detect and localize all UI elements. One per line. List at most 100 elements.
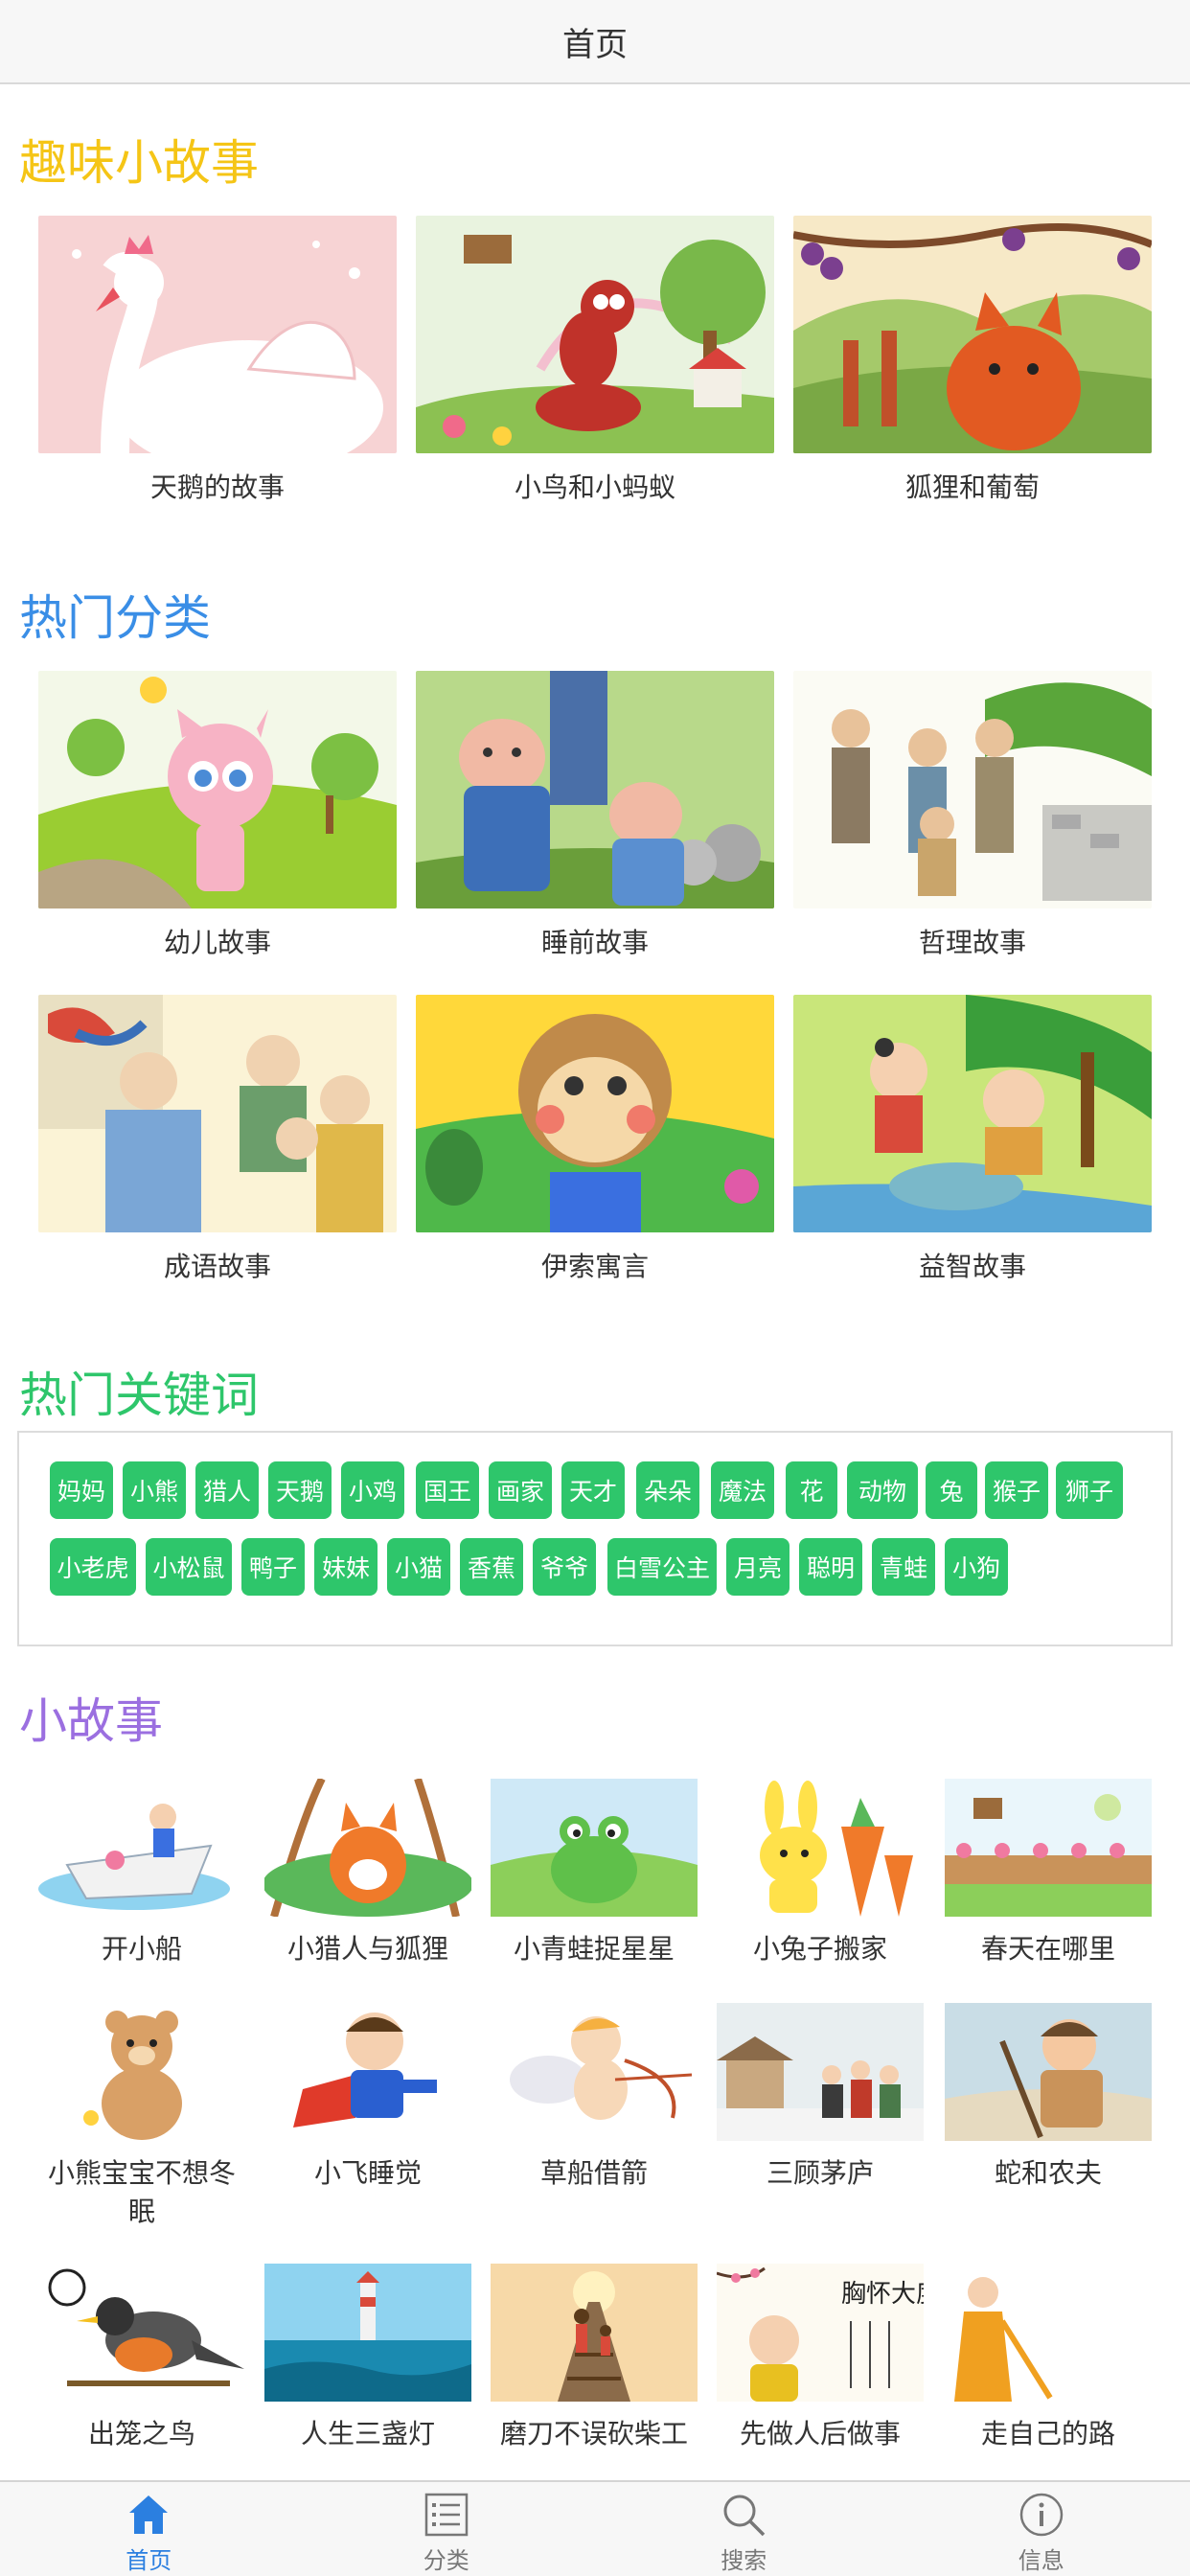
keyword-tag[interactable]: 聪明 [799,1538,862,1596]
keyword-tag[interactable]: 花 [786,1461,837,1519]
story-title: 小青蛙捉星星 [513,1933,675,1965]
scroll-content[interactable]: 趣味小故事 天鹅的故事 小鸟和小蚂蚁 狐狸和葡萄 热门分类 幼儿故事 睡前故事 … [0,84,1190,2480]
short-story-item[interactable]: 磨刀不误砍柴工 [491,2264,698,2453]
ancient-painting-image [38,995,397,1232]
short-story-item[interactable]: 胸怀大度 先做人后做事 [717,2264,924,2453]
card-caption: 幼儿故事 [163,927,271,958]
tab-category[interactable]: 分类 [298,2482,596,2576]
keyword-tag[interactable]: 月亮 [726,1538,790,1596]
story-title: 小猎人与狐狸 [286,1933,448,1965]
story-title: 草船借箭 [539,2157,648,2189]
short-story-item[interactable]: 三顾茅庐 [717,2003,924,2193]
section-title-short-stories: 小故事 [19,1693,163,1749]
rabbit-image [717,1779,924,1917]
short-story-item[interactable]: 草船借箭 [491,2003,698,2193]
boat-image [38,1779,245,1917]
short-story-item[interactable]: 蛇和农夫 [945,2003,1152,2193]
keyword-tag[interactable]: 魔法 [711,1461,774,1519]
fox-grapes-image [793,216,1152,453]
keyword-tag[interactable]: 妈妈 [50,1461,113,1519]
keyword-tag[interactable]: 兔 [926,1461,977,1519]
keyword-tag[interactable]: 小熊 [123,1461,186,1519]
fox-image [264,1779,471,1917]
short-story-item[interactable]: 小青蛙捉星星 [491,1779,698,1968]
tab-label: 信息 [1018,2547,1064,2574]
snow-village-image [717,2003,924,2141]
keyword-tag[interactable]: 鸭子 [241,1538,305,1596]
keyword-tag[interactable]: 香蕉 [460,1538,523,1596]
story-title: 出笼之鸟 [87,2418,195,2450]
short-story-item[interactable]: 人生三盏灯 [264,2264,471,2453]
lighthouse-image [264,2264,471,2402]
keyword-tag[interactable]: 青蛙 [872,1538,935,1596]
story-title: 走自己的路 [980,2418,1115,2450]
farmer-image [945,2003,1152,2141]
tab-info[interactable]: 信息 [893,2482,1190,2576]
story-title: 小熊宝宝不想冬眠 [47,2157,236,2227]
keyword-tag[interactable]: 猴子 [985,1461,1048,1519]
story-title: 开小船 [101,1933,182,1965]
story-title: 小兔子搬家 [752,1933,887,1965]
keyword-tag[interactable]: 小狗 [945,1538,1008,1596]
short-story-item[interactable]: 走自己的路 [945,2264,1152,2453]
tab-label: 分类 [423,2547,469,2574]
tab-bar: 首页 分类 搜索 信息 [0,2480,1190,2576]
villagers-image [793,671,1152,908]
short-story-item[interactable]: 小熊宝宝不想冬眠 [38,2003,245,2231]
short-story-item[interactable]: 出笼之鸟 [38,2264,245,2453]
fun-story-card[interactable]: 狐狸和葡萄 [793,216,1152,505]
card-caption: 睡前故事 [540,927,649,958]
tab-label: 搜索 [721,2547,767,2574]
fun-story-card[interactable]: 小鸟和小蚂蚁 [416,216,774,505]
short-story-item[interactable]: 开小船 [38,1779,245,1968]
tab-label: 首页 [126,2547,172,2574]
story-title: 磨刀不误砍柴工 [499,2418,688,2450]
keyword-tag[interactable]: 白雪公主 [607,1538,717,1596]
short-story-item[interactable]: 小飞睡觉 [264,2003,471,2193]
card-caption: 狐狸和葡萄 [904,472,1040,503]
railway-image [491,2264,698,2402]
short-story-item[interactable]: 小兔子搬家 [717,1779,924,1968]
keyword-tag[interactable]: 动物 [847,1461,918,1519]
story-title: 蛇和农夫 [994,2157,1102,2189]
keyword-tag[interactable]: 爷爷 [533,1538,596,1596]
category-card[interactable]: 幼儿故事 [38,671,397,960]
keyword-tag[interactable]: 天鹅 [268,1461,332,1519]
story-title: 春天在哪里 [980,1933,1115,1965]
keyword-tag[interactable]: 小松鼠 [146,1538,232,1596]
section-title-hot-keywords: 热门关键词 [19,1368,259,1423]
keyword-tag[interactable]: 画家 [489,1461,552,1519]
category-card[interactable]: 哲理故事 [793,671,1152,960]
category-card[interactable]: 成语故事 [38,995,397,1284]
keyword-tag[interactable]: 狮子 [1056,1461,1123,1519]
fun-story-card[interactable]: 天鹅的故事 [38,216,397,505]
keyword-tag[interactable]: 国王 [416,1461,479,1519]
keyword-tag[interactable]: 天才 [561,1461,625,1519]
keyword-tag[interactable]: 小鸡 [341,1461,404,1519]
card-caption: 益智故事 [918,1251,1026,1282]
short-story-item[interactable]: 小猎人与狐狸 [264,1779,471,1968]
keyword-tag[interactable]: 小老虎 [50,1538,136,1596]
keyword-tag[interactable]: 朵朵 [636,1461,699,1519]
section-title-fun: 趣味小故事 [19,135,259,191]
keyword-tag[interactable]: 猎人 [195,1461,259,1519]
category-card[interactable]: 伊索寓言 [416,995,774,1284]
cupid-image [491,2003,698,2141]
monk-image [945,2264,1152,2402]
card-caption: 哲理故事 [918,927,1026,958]
search-icon [723,2495,766,2537]
calligraphy-text: 胸怀大度 [841,2280,924,2309]
section-title-hot-categories: 热门分类 [19,590,211,646]
tab-home[interactable]: 首页 [0,2482,298,2576]
card-caption: 伊索寓言 [540,1251,649,1282]
page-title: 首页 [562,25,628,64]
bear-image [38,2003,245,2141]
category-card[interactable]: 睡前故事 [416,671,774,960]
keyword-tag[interactable]: 小猫 [387,1538,450,1596]
category-card[interactable]: 益智故事 [793,995,1152,1284]
tab-search[interactable]: 搜索 [595,2482,893,2576]
keyword-tag[interactable]: 妹妹 [314,1538,378,1596]
monk-calligraphy-image: 胸怀大度 [717,2264,924,2402]
short-story-item[interactable]: 春天在哪里 [945,1779,1152,1968]
cat-girl-image [38,671,397,908]
